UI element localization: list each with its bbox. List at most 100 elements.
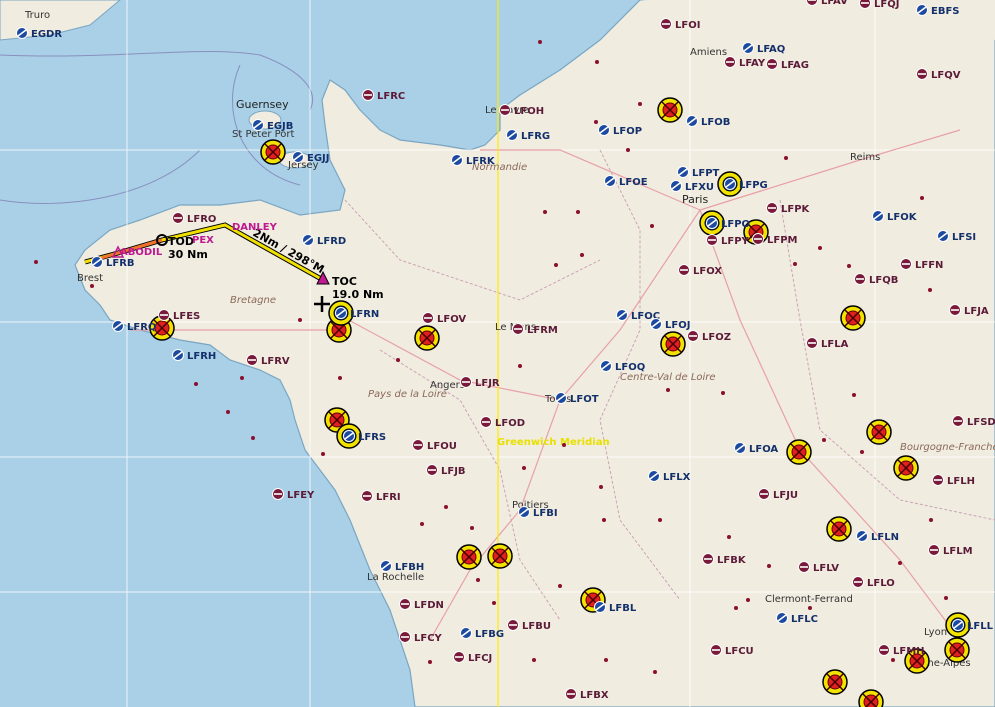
airport-lfla[interactable]: LFLA — [806, 337, 849, 351]
airport-lflh[interactable]: LFLH — [932, 474, 975, 488]
airport-lfbh[interactable]: LFBH — [380, 560, 425, 574]
airport-icon[interactable] — [670, 180, 682, 192]
airport-lfrm[interactable]: LFRM — [512, 323, 558, 337]
airport-icon[interactable] — [598, 124, 610, 136]
restricted-airfield-icon[interactable] — [866, 419, 892, 445]
airport-icon[interactable] — [172, 349, 184, 361]
airport-icon[interactable] — [872, 210, 884, 222]
airfield-icon[interactable] — [678, 264, 690, 276]
airfield-icon[interactable] — [806, 337, 818, 349]
airport-lfob[interactable]: LFOB — [686, 115, 731, 129]
airport-icon[interactable] — [600, 360, 612, 372]
airfield-icon[interactable] — [422, 312, 434, 324]
airport-lfes[interactable]: LFES — [158, 309, 201, 323]
airfield-icon[interactable] — [460, 376, 472, 388]
airfield-icon[interactable] — [480, 416, 492, 428]
airport-lfll[interactable]: LFLL — [952, 619, 994, 633]
airfield-icon[interactable] — [507, 619, 519, 631]
airfield-icon[interactable] — [660, 18, 672, 30]
airport-icon[interactable] — [686, 115, 698, 127]
airfield-icon[interactable] — [878, 644, 890, 656]
airfield-icon[interactable] — [399, 631, 411, 643]
airport-lfov[interactable]: LFOV — [422, 312, 467, 326]
airport-icon[interactable] — [335, 307, 347, 319]
airport-lfpt[interactable]: LFPT — [677, 166, 720, 180]
airport-lfju[interactable]: LFJU — [758, 488, 799, 502]
airport-lfod[interactable]: LFOD — [480, 416, 526, 430]
airport-icon[interactable] — [916, 4, 928, 16]
airport-lflc[interactable]: LFLC — [776, 612, 818, 626]
airport-lflx[interactable]: LFLX — [648, 470, 691, 484]
airfield-icon[interactable] — [932, 474, 944, 486]
airport-lfoa[interactable]: LFOA — [734, 442, 779, 456]
airport-icon[interactable] — [91, 256, 103, 268]
restricted-airfield-icon[interactable] — [944, 637, 970, 663]
airport-icon[interactable] — [460, 627, 472, 639]
restricted-airfield-icon[interactable] — [456, 544, 482, 570]
airport-lfrv[interactable]: LFRV — [246, 354, 290, 368]
airport-lfbu[interactable]: LFBU — [507, 619, 551, 633]
airport-lfag[interactable]: LFAG — [766, 58, 810, 72]
restricted-airfield-icon[interactable] — [657, 97, 683, 123]
airport-icon[interactable] — [734, 442, 746, 454]
airport-lfqb[interactable]: LFQB — [854, 273, 899, 287]
airport-lfoi[interactable]: LFOI — [660, 18, 701, 32]
map-canvas[interactable]: Greenwich Meridian Normandie Bretagne Pa… — [0, 0, 995, 707]
airport-lfrk[interactable]: LFRK — [451, 154, 496, 168]
airport-icon[interactable] — [451, 154, 463, 166]
airfield-icon[interactable] — [499, 104, 511, 116]
airport-lfrg[interactable]: LFRG — [506, 129, 551, 143]
airport-lfrb[interactable]: LFRB — [91, 256, 135, 270]
airport-lfro[interactable]: LFRO — [172, 212, 217, 226]
airport-lflm[interactable]: LFLM — [928, 544, 973, 558]
airfield-icon[interactable] — [900, 258, 912, 270]
airport-lfjb[interactable]: LFJB — [426, 464, 466, 478]
airport-icon[interactable] — [856, 530, 868, 542]
airport-lfcj[interactable]: LFCJ — [453, 651, 493, 665]
airfield-icon[interactable] — [687, 330, 699, 342]
restricted-airfield-icon[interactable] — [822, 669, 848, 695]
airport-lfdn[interactable]: LFDN — [399, 598, 444, 612]
airfield-icon[interactable] — [710, 644, 722, 656]
airfield-icon[interactable] — [766, 58, 778, 70]
airport-lfqj[interactable]: LFQJ — [859, 0, 900, 10]
airport-lflo[interactable]: LFLO — [852, 576, 895, 590]
airfield-icon[interactable] — [362, 89, 374, 101]
airport-icon[interactable] — [506, 129, 518, 141]
airport-lfoq[interactable]: LFOQ — [600, 360, 646, 374]
airport-lfrc[interactable]: LFRC — [362, 89, 406, 103]
airport-lfpm[interactable]: LFPM — [752, 233, 798, 247]
airport-lfln[interactable]: LFLN — [856, 530, 899, 544]
airport-lfaq[interactable]: LFAQ — [742, 42, 786, 56]
airport-lfoz[interactable]: LFOZ — [687, 330, 731, 344]
airport-icon[interactable] — [380, 560, 392, 572]
airport-lfrh[interactable]: LFRH — [172, 349, 217, 363]
airport-icon[interactable] — [648, 470, 660, 482]
airport-lfsi[interactable]: LFSI — [937, 230, 977, 244]
airport-icon[interactable] — [302, 234, 314, 246]
airport-lfrs[interactable]: LFRS — [343, 430, 387, 444]
restricted-airfield-icon[interactable] — [786, 439, 812, 465]
airport-lfbi[interactable]: LFBI — [518, 506, 558, 520]
airport-lfqv[interactable]: LFQV — [916, 68, 961, 82]
airport-lfay[interactable]: LFAY — [724, 56, 766, 70]
airport-icon[interactable] — [742, 42, 754, 54]
airport-lfrn[interactable]: LFRN — [335, 307, 380, 321]
restricted-airfield-icon[interactable] — [858, 689, 884, 707]
airport-lfmh[interactable]: LFMH — [878, 644, 925, 658]
airport-lfok[interactable]: LFOK — [872, 210, 918, 224]
airport-icon[interactable] — [952, 619, 964, 631]
airfield-icon[interactable] — [412, 439, 424, 451]
airport-egjj[interactable]: EGJJ — [292, 151, 330, 165]
airfield-icon[interactable] — [854, 273, 866, 285]
airport-lfrq[interactable]: LFRQ — [112, 320, 157, 334]
airport-icon[interactable] — [650, 318, 662, 330]
airport-icon[interactable] — [252, 119, 264, 131]
restricted-airfield-icon[interactable] — [893, 455, 919, 481]
airport-icon[interactable] — [677, 166, 689, 178]
airport-lfop[interactable]: LFOP — [598, 124, 643, 138]
airport-ebfs[interactable]: EBFS — [916, 4, 960, 18]
airport-lfri[interactable]: LFRI — [361, 490, 401, 504]
airfield-icon[interactable] — [949, 304, 961, 316]
restricted-airfield-icon[interactable] — [840, 305, 866, 331]
